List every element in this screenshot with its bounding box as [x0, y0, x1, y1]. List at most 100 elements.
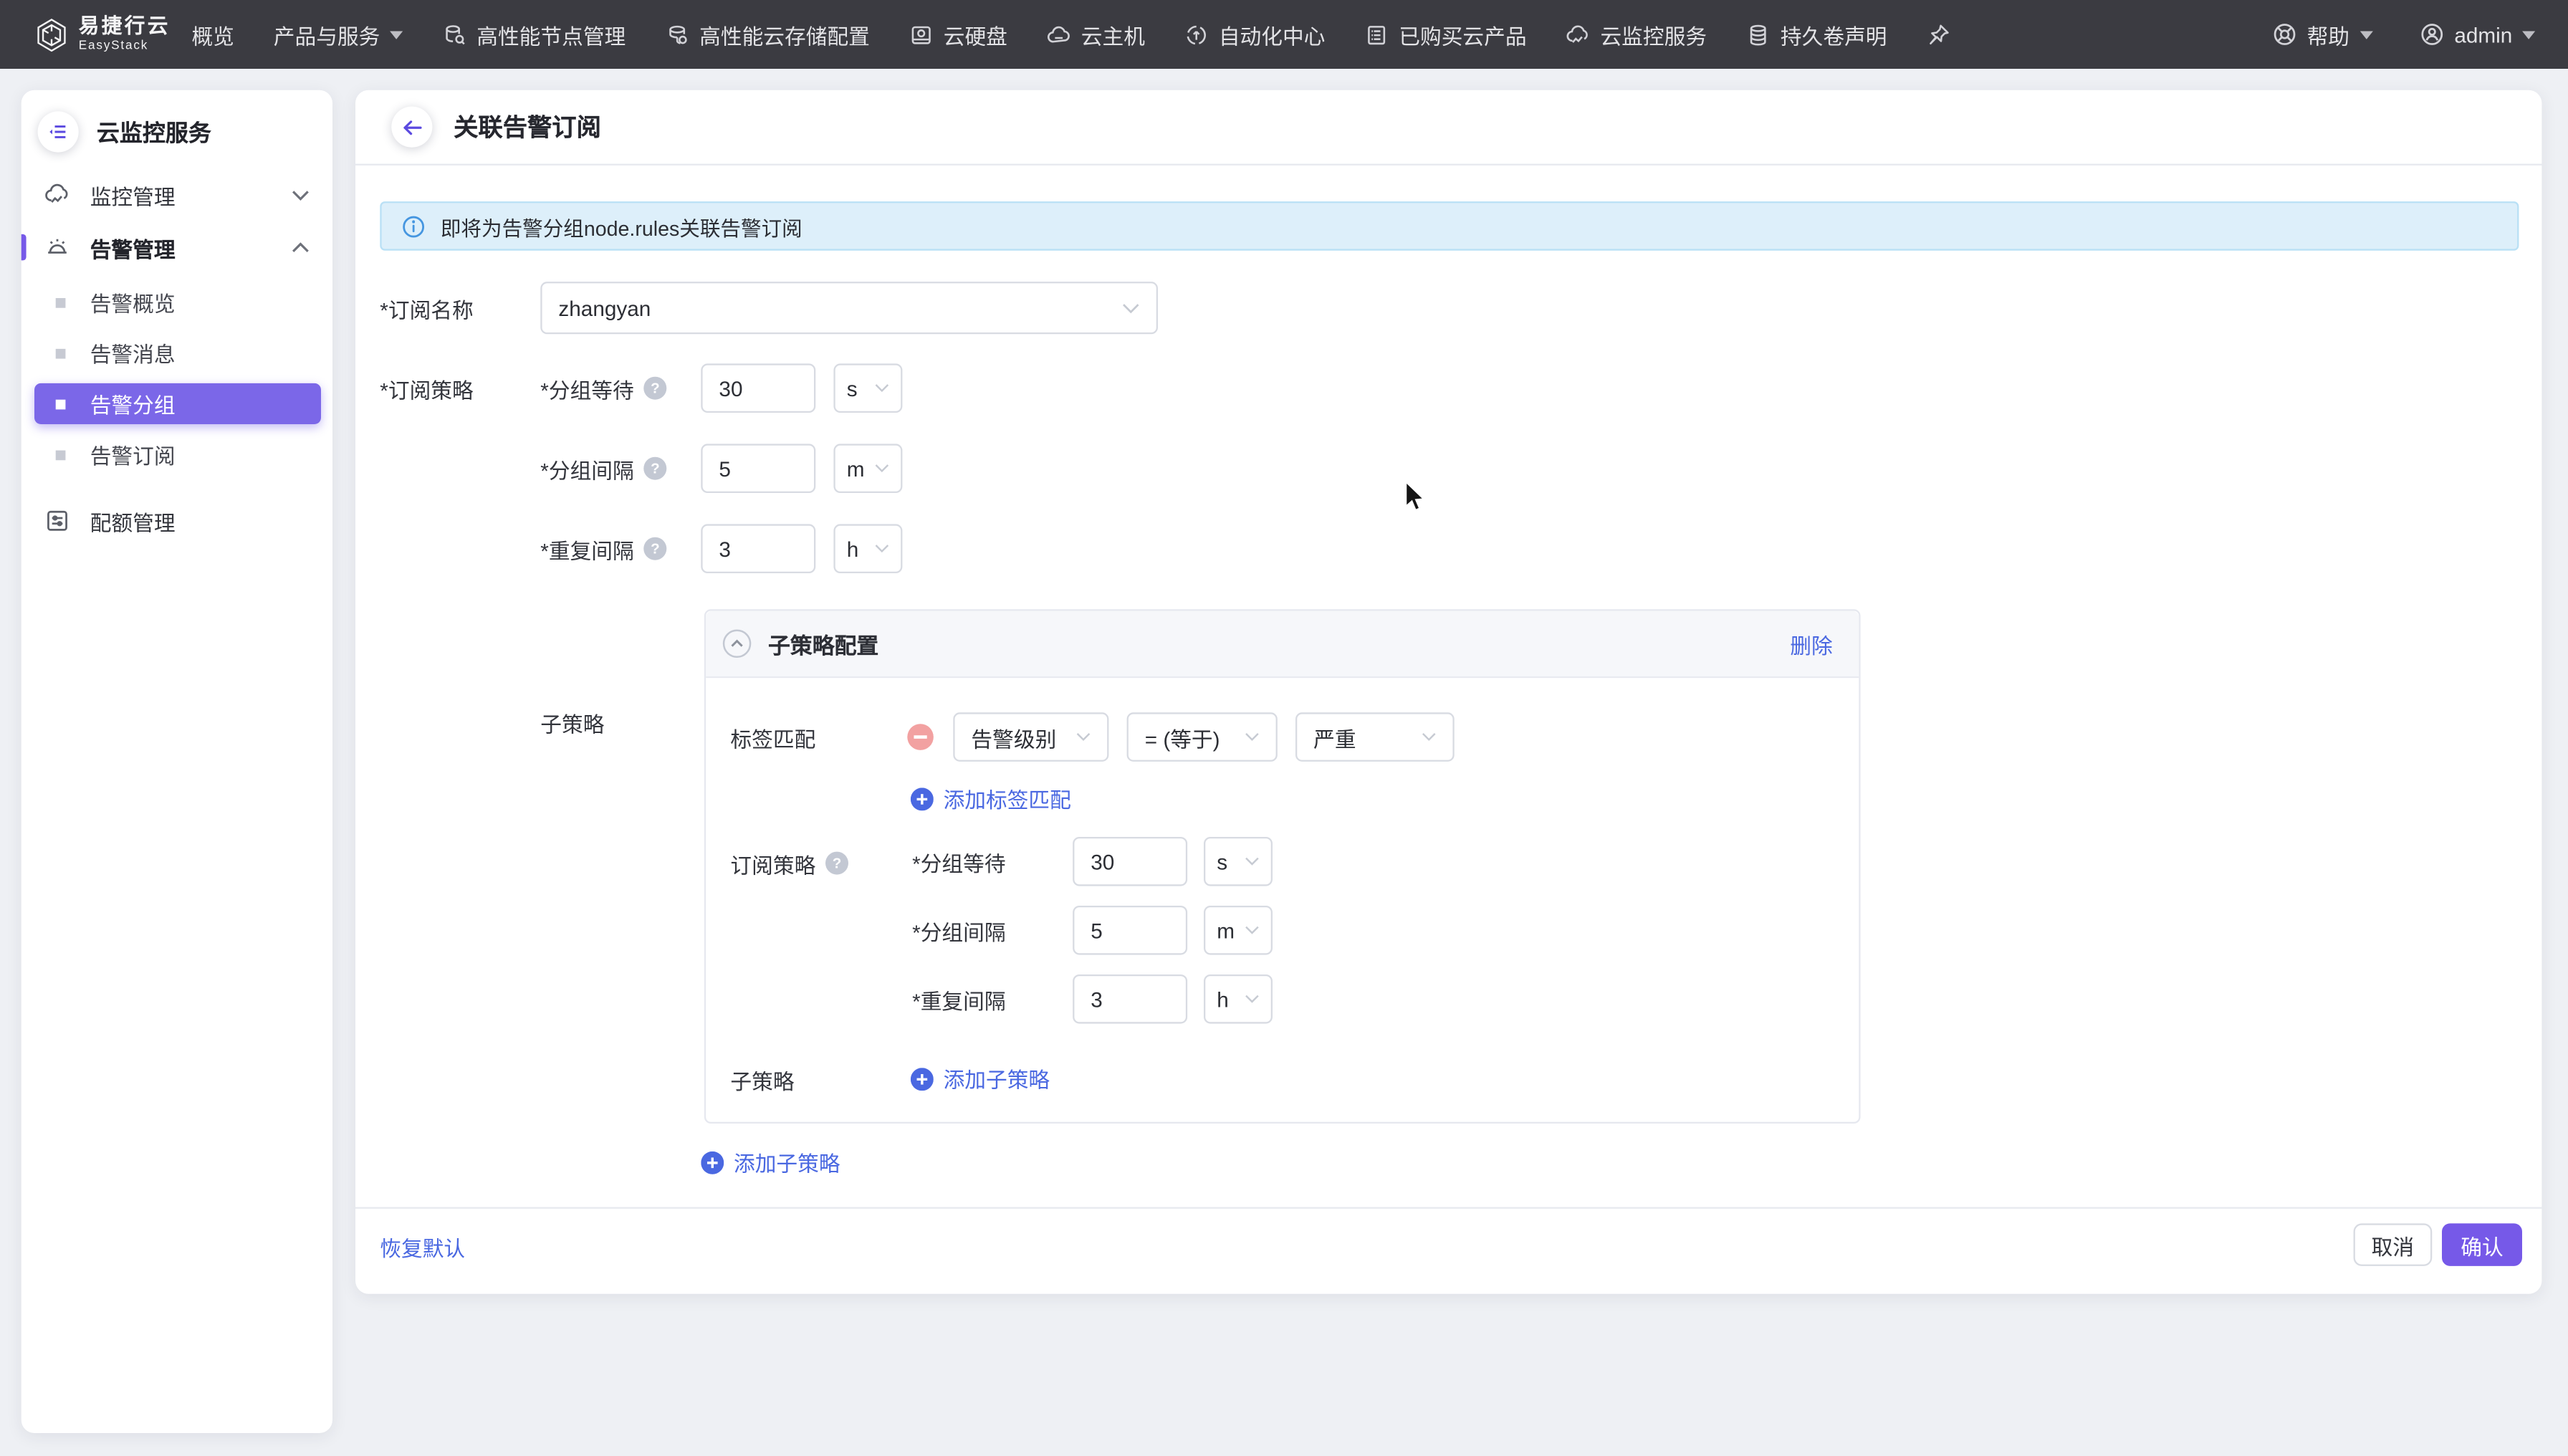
delete-sub-policy-link[interactable]: 删除 [1790, 628, 1832, 659]
chevron-down-icon [1076, 732, 1091, 742]
sidebar-item-alarm-groups[interactable]: 告警分组 [34, 383, 321, 424]
chevron-up-icon [292, 241, 310, 253]
remove-tag-match-icon[interactable] [907, 724, 934, 750]
nav-storage-config[interactable]: 高性能云存储配置 [665, 19, 870, 49]
sidebar-item-alarm-subscriptions[interactable]: 告警订阅 [21, 429, 332, 480]
nav-purchased-products[interactable]: 已购买云产品 [1364, 19, 1526, 49]
collapse-circle-icon[interactable] [722, 629, 752, 658]
inner-repeat-interval-row: *重复间隔 h [912, 974, 1273, 1024]
inner-group-wait-input[interactable] [1073, 837, 1187, 886]
group-interval-unit-select[interactable]: m [833, 444, 902, 493]
sidebar-item-alarm-overview[interactable]: 告警概览 [21, 277, 332, 327]
selected-value: zhangyan [558, 296, 651, 320]
cancel-button[interactable]: 取消 [2354, 1223, 2433, 1265]
subscription-name-row: *订阅名称 zhangyan [380, 282, 1158, 334]
group-interval-row: *分组间隔 ? m [380, 444, 902, 493]
node-management-icon [442, 22, 466, 47]
user-avatar-icon [2418, 21, 2445, 48]
sidebar-item-alarm-messages[interactable]: 告警消息 [21, 327, 332, 378]
tag-value-select[interactable]: 严重 [1295, 712, 1455, 762]
nav-automation-center[interactable]: 自动化中心 [1184, 19, 1326, 49]
group-wait-input[interactable] [701, 363, 815, 413]
group-interval-input[interactable] [701, 444, 815, 493]
info-banner: 即将为告警分组node.rules关联告警订阅 [380, 201, 2519, 251]
tag-match-label: 标签匹配 [730, 722, 907, 752]
repeat-interval-unit-select[interactable]: h [833, 524, 902, 573]
logo-hexagon-icon [36, 17, 67, 52]
purchased-icon [1364, 22, 1389, 47]
inner-repeat-interval-unit-select[interactable]: h [1204, 974, 1273, 1024]
tag-key-select[interactable]: 告警级别 [953, 712, 1108, 762]
question-icon[interactable]: ? [825, 852, 848, 875]
question-icon[interactable]: ? [643, 457, 666, 480]
group-wait-unit-select[interactable]: s [833, 363, 902, 413]
add-child-policy-link-inner[interactable]: 添加子策略 [911, 1063, 1050, 1093]
host-icon [1047, 22, 1071, 47]
nav-cloud-host[interactable]: 云主机 [1047, 19, 1145, 49]
group-wait-row: *订阅策略 *分组等待 ? s [380, 363, 902, 413]
arrow-left-icon [401, 115, 423, 138]
sidebar-alarm-children: 告警概览 告警消息 告警分组 告警订阅 [21, 274, 332, 480]
add-child-policy-link-outer[interactable]: 添加子策略 [701, 1146, 840, 1177]
group-wait-label: *分组等待 [540, 373, 633, 403]
nav-persistent-volume[interactable]: 持久卷声明 [1746, 19, 1887, 49]
sub-policy-card: 子策略配置 删除 标签匹配 告警级别 = (等于) 严重 [704, 609, 1861, 1124]
inner-repeat-interval-input[interactable] [1073, 974, 1187, 1024]
nav-node-management[interactable]: 高性能节点管理 [442, 19, 626, 49]
sidebar: 云监控服务 监控管理 告警管理 告警概览 [21, 90, 332, 1433]
inner-group-interval-unit-select[interactable]: m [1204, 906, 1273, 955]
chevron-down-icon [1245, 732, 1260, 742]
nav-monitor-service[interactable]: 云监控服务 [1566, 19, 1707, 49]
collapse-menu-icon [47, 121, 69, 143]
group-interval-label: *分组间隔 [540, 453, 633, 484]
pin-icon[interactable] [1926, 22, 1950, 47]
caret-down-icon [2359, 30, 2372, 38]
nav-cloud-disk[interactable]: 云硬盘 [909, 19, 1007, 49]
help-menu[interactable]: 帮助 [2271, 19, 2372, 49]
quota-icon [44, 508, 71, 535]
sidebar-collapse-button[interactable] [38, 111, 79, 152]
confirm-button[interactable]: 确认 [2442, 1223, 2522, 1265]
sidebar-group-quota[interactable]: 配额管理 [21, 494, 332, 547]
inner-group-interval-row: *分组间隔 m [912, 906, 1273, 955]
add-tag-match-link[interactable]: 添加标签匹配 [911, 783, 1071, 814]
subscription-name-select[interactable]: zhangyan [540, 282, 1158, 334]
inner-group-wait-row: *分组等待 s [912, 837, 1273, 886]
alarm-icon [44, 234, 71, 261]
sub-policy-label: 子策略 [540, 707, 604, 738]
back-button[interactable] [391, 107, 432, 148]
repeat-interval-label: *重复间隔 [540, 533, 633, 564]
monitor-service-icon [1566, 22, 1590, 47]
chevron-down-icon [1245, 925, 1260, 935]
subscription-name-label: *订阅名称 [380, 292, 540, 323]
restore-default-link[interactable]: 恢复默认 [380, 1232, 465, 1263]
nav-products-services[interactable]: 产品与服务 [274, 19, 403, 49]
sidebar-group-alarm[interactable]: 告警管理 [21, 221, 332, 274]
square-bullet [56, 297, 66, 307]
question-icon[interactable]: ? [643, 537, 666, 560]
easystack-logo[interactable]: 易捷行云 EasyStack [36, 16, 170, 52]
sub-policy-card-title: 子策略配置 [768, 627, 878, 660]
inner-group-wait-label: *分组等待 [912, 846, 1005, 877]
chevron-down-icon [1245, 994, 1260, 1004]
top-navigation: 概览 产品与服务 高性能节点管理 高性能云存储配置 [191, 19, 1950, 49]
inner-group-interval-input[interactable] [1073, 906, 1187, 955]
page-title: 关联告警订阅 [454, 110, 601, 144]
nav-overview[interactable]: 概览 [191, 19, 234, 49]
inner-group-wait-unit-select[interactable]: s [1204, 837, 1273, 886]
square-bullet [56, 399, 66, 409]
repeat-interval-row: *重复间隔 ? h [380, 524, 902, 573]
inner-policy-label: 订阅策略 [730, 848, 815, 878]
repeat-interval-input[interactable] [701, 524, 815, 573]
inner-repeat-interval-label: *重复间隔 [912, 984, 1005, 1015]
plus-circle-icon [911, 1067, 934, 1090]
user-menu[interactable]: admin [2418, 21, 2535, 48]
tag-operator-select[interactable]: = (等于) [1127, 712, 1278, 762]
sidebar-group-monitoring[interactable]: 监控管理 [21, 168, 332, 221]
caret-down-icon [390, 30, 403, 38]
sub-policy-card-header: 子策略配置 删除 [706, 611, 1859, 679]
chevron-down-icon [1122, 302, 1140, 314]
question-icon[interactable]: ? [643, 377, 666, 400]
help-icon [2271, 21, 2297, 48]
logo-text-cn: 易捷行云 [79, 16, 171, 38]
